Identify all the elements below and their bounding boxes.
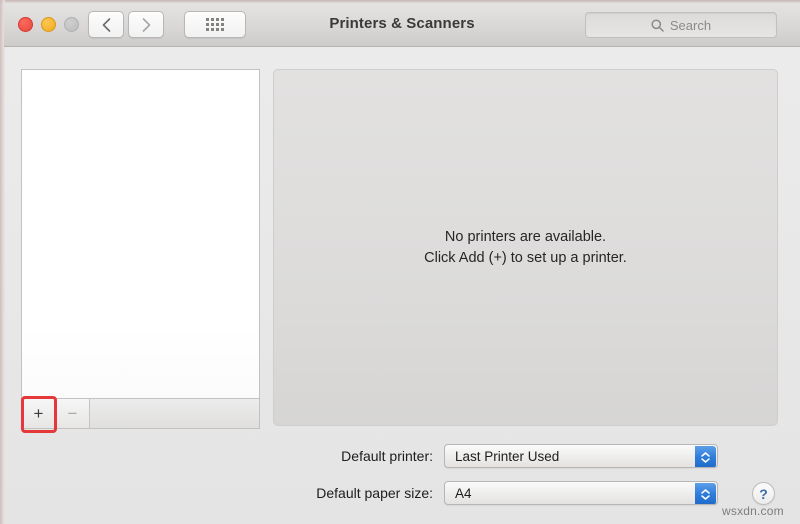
search-input[interactable]: Search	[585, 12, 777, 38]
plus-icon: +	[33, 404, 44, 423]
minus-icon: −	[67, 404, 78, 423]
help-button[interactable]: ?	[752, 482, 775, 505]
default-paper-size-label: Default paper size:	[316, 485, 433, 501]
default-printer-value: Last Printer Used	[455, 448, 560, 464]
empty-state-message: No printers are available. Click Add (+)…	[424, 227, 627, 268]
chevron-up-icon	[701, 451, 710, 457]
chevron-up-icon	[701, 488, 710, 494]
default-printer-label: Default printer:	[341, 448, 433, 464]
printers-and-scanners-window: Printers & Scanners Search + − No printe…	[0, 0, 800, 524]
empty-state-line-2: Click Add (+) to set up a printer.	[424, 249, 627, 266]
question-mark-icon: ?	[759, 485, 768, 502]
watermark: wsxdn.com	[722, 504, 784, 518]
default-printer-stepper-icon[interactable]	[695, 446, 716, 467]
search-placeholder: Search	[669, 17, 712, 33]
printer-list-toolbar-filler	[90, 399, 259, 428]
default-paper-size-value: A4	[455, 485, 472, 501]
add-printer-button[interactable]: +	[22, 399, 56, 428]
default-paper-size-stepper-icon[interactable]	[695, 483, 716, 504]
remove-printer-button[interactable]: −	[56, 399, 90, 428]
window-titlebar: Printers & Scanners Search	[4, 3, 800, 47]
window-left-edge	[0, 0, 5, 524]
default-paper-size-row: Default paper size: A4	[287, 481, 720, 505]
printer-list[interactable]	[21, 69, 260, 399]
printer-detail-panel: No printers are available. Click Add (+)…	[273, 69, 778, 426]
default-paper-size-select[interactable]: A4	[444, 481, 718, 505]
default-printer-select[interactable]: Last Printer Used	[444, 444, 718, 468]
empty-state-line-1: No printers are available.	[444, 228, 607, 245]
default-printer-row: Default printer: Last Printer Used	[300, 444, 720, 468]
printer-list-toolbar: + −	[21, 399, 260, 429]
chevron-down-icon	[701, 494, 710, 500]
search-icon	[651, 18, 664, 32]
chevron-down-icon	[701, 457, 710, 463]
